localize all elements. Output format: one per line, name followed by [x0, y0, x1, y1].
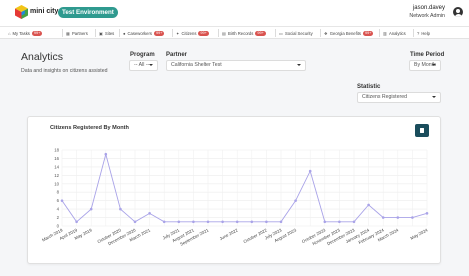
data-point: [279, 220, 283, 224]
data-point: [192, 220, 195, 224]
y-tick-label: 8: [57, 190, 60, 195]
data-point: [265, 220, 268, 224]
data-point: [338, 220, 341, 224]
data-point: [294, 199, 297, 202]
y-tick-label: 4: [57, 207, 60, 212]
data-point: [250, 220, 254, 224]
data-point: [411, 216, 414, 219]
data-point: [119, 207, 122, 211]
data-point: [162, 220, 166, 224]
y-tick-label: 2: [57, 215, 60, 220]
data-point: [323, 220, 327, 224]
y-tick-label: 10: [54, 181, 59, 186]
y-tick-label: 6: [57, 198, 60, 203]
x-tick-label: May 2024: [409, 227, 429, 241]
data-point: [75, 220, 78, 224]
data-point: [148, 212, 151, 215]
x-tick-label: June 2022: [219, 227, 240, 241]
data-point: [425, 212, 429, 215]
line-chart: 024681012141618March 2019April 2019May 2…: [41, 148, 429, 247]
data-point: [396, 216, 400, 219]
data-point: [381, 216, 385, 219]
y-tick-label: 16: [54, 156, 59, 161]
y-tick-label: 18: [54, 148, 59, 153]
series-line: [61, 152, 428, 223]
data-point: [235, 220, 239, 224]
data-point: [60, 199, 64, 202]
data-point: [352, 220, 356, 224]
data-point: [133, 220, 137, 224]
data-point: [367, 203, 370, 207]
y-tick-label: 14: [54, 164, 59, 169]
data-point: [89, 207, 93, 211]
data-point: [206, 220, 210, 224]
data-point: [221, 220, 224, 224]
data-point: [308, 169, 312, 173]
y-tick-label: 12: [54, 173, 59, 178]
data-point: [177, 220, 181, 224]
data-point: [104, 152, 108, 156]
